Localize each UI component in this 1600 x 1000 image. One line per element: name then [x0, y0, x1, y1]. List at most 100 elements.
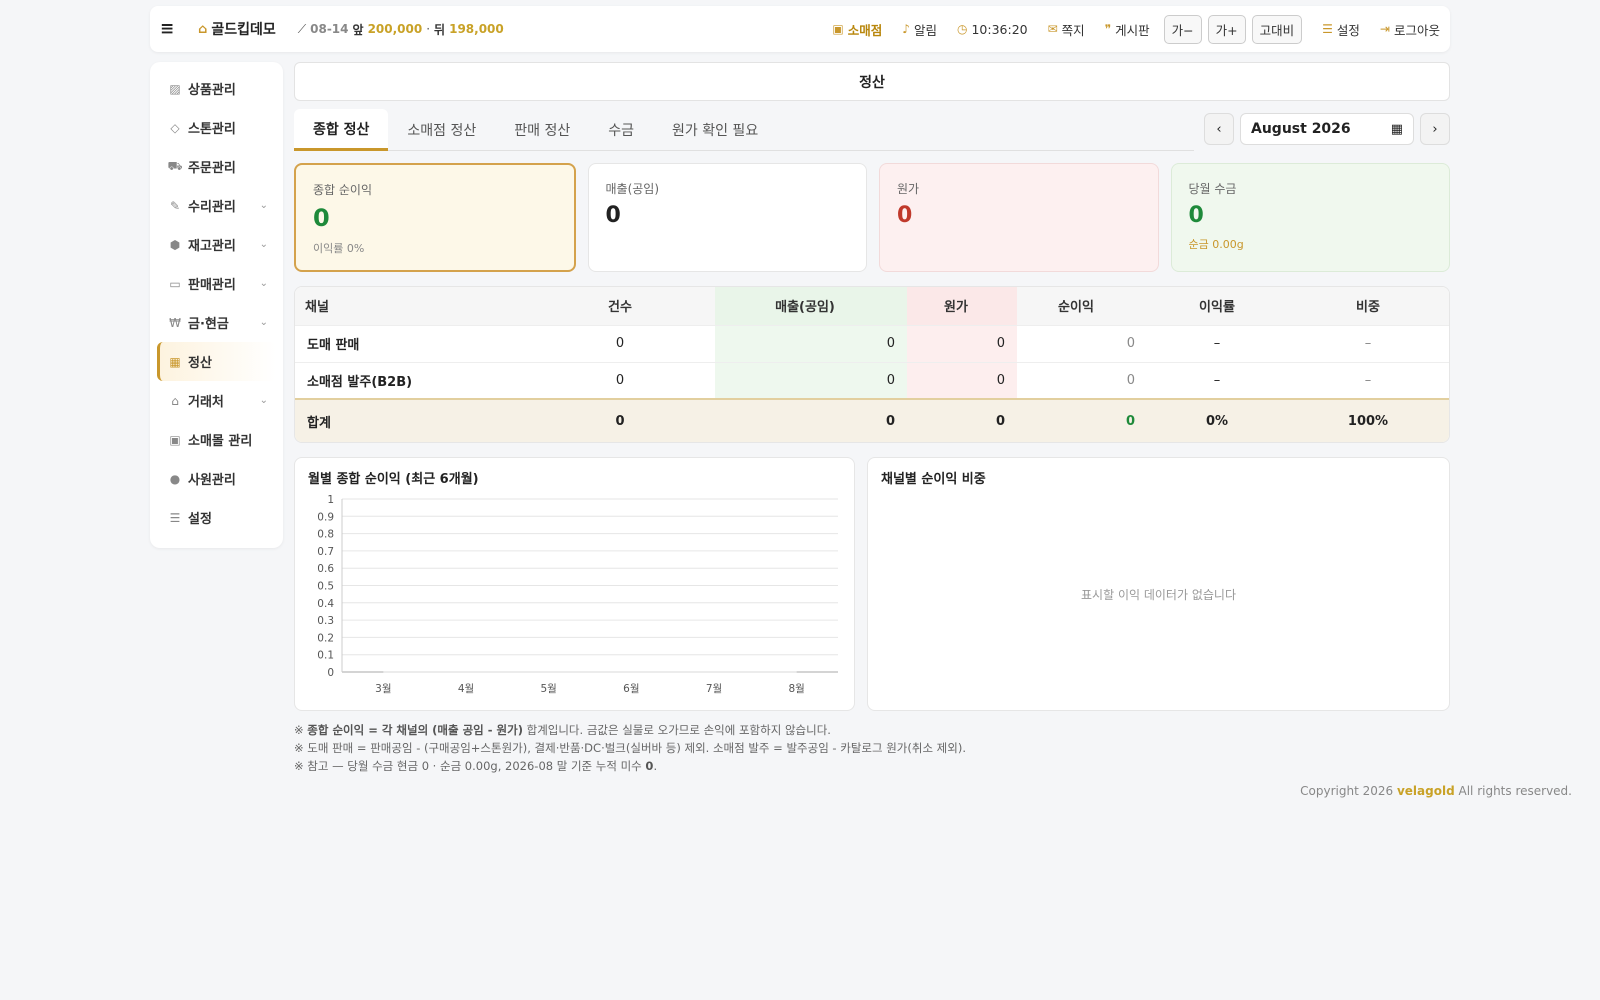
store-link[interactable]: ▣ 소매점 [832, 20, 882, 39]
brand-logo[interactable]: ⌂ 골드킵데모 [198, 19, 276, 39]
sidebar-item-8[interactable]: ⌂ 거래처 ⌄ [157, 381, 276, 420]
chevron-right-icon: › [1432, 121, 1438, 137]
table-row[interactable]: 도매 판매 0 0 0 0 – – [295, 324, 1449, 362]
sidebar-item-10[interactable]: ● 사원관리 [157, 459, 276, 498]
prev-month-button[interactable]: ‹ [1204, 113, 1234, 145]
cell-channel: 도매 판매 [295, 324, 525, 362]
chevron-left-icon: ‹ [1216, 121, 1222, 137]
collection-card[interactable]: 당월 수금 0 순금 0.00g [1170, 163, 1450, 272]
cell-rate: – [1147, 361, 1287, 399]
chevron-down-icon[interactable]: ⌄ [260, 395, 268, 406]
sidebar-item-4[interactable]: ⬢ 재고관리 ⌄ [157, 225, 276, 264]
next-month-button[interactable]: › [1420, 113, 1450, 145]
brand-name: 골드킵데모 [211, 22, 276, 38]
cell-profit: 0 [1017, 324, 1147, 362]
sliders-icon: ☰ [1322, 22, 1333, 36]
font-decrease-button[interactable]: 가− [1163, 14, 1202, 44]
sales-card[interactable]: 매출(공임) 0 [587, 163, 867, 272]
tab-0[interactable]: 종합 정산 [294, 109, 389, 151]
cell-total-cost: 0 [907, 398, 1017, 442]
chart-title: 월별 종합 순이익 (최근 6개월) [308, 472, 479, 487]
cell-total-count: 0 [525, 398, 715, 442]
sidebar-item-label: 거래처 [188, 395, 224, 410]
logout-link[interactable]: ⇥ 로그아웃 [1380, 20, 1440, 39]
boxes-icon: ⬢ [169, 237, 181, 252]
sidebar-item-6[interactable]: ₩ 금·현금 ⌄ [157, 303, 276, 342]
sidebar-item-label: 스톤관리 [188, 122, 236, 137]
cost-card[interactable]: 원가 0 [879, 163, 1159, 272]
sidebar-item-7[interactable]: ▦ 정산 [157, 342, 276, 381]
person-icon: ● [169, 471, 181, 486]
chevron-down-icon[interactable]: ⌄ [260, 200, 268, 211]
table-row[interactable]: 소매점 발주(B2B) 0 0 0 0 – – [295, 361, 1449, 399]
col-header-count[interactable]: 건수 [525, 287, 715, 325]
envelope-icon: ✉ [1047, 22, 1058, 36]
col-header-channel[interactable]: 채널 [295, 287, 525, 325]
settlement-tabs: 종합 정산 소매점 정산 판매 정산 수금 원가 확인 필요 [294, 109, 1194, 151]
net-profit-label: 종합 순이익 [313, 183, 373, 197]
high-contrast-button[interactable]: 고대비 [1251, 14, 1303, 44]
board-link[interactable]: ❞ 게시판 [1105, 20, 1150, 39]
sidebar-item-5[interactable]: ▭ 판매관리 ⌄ [157, 264, 276, 303]
cell-share: – [1287, 361, 1449, 399]
footer-prefix: Copyright 2026 [1300, 784, 1397, 798]
y-tick-label: 0.2 [317, 632, 334, 644]
calendar-icon[interactable]: ▦ [1391, 122, 1403, 137]
cell-sales: 0 [715, 361, 907, 399]
sidebar-item-label: 수리관리 [188, 200, 236, 215]
tab-1[interactable]: 소매점 정산 [388, 109, 495, 151]
summary-cards: 종합 순이익 0 이익률 0% 매출(공임) 0 원가 0 당월 수금 0 순금… [294, 163, 1450, 272]
session-timer: ◷ 10:36:20 [957, 22, 1028, 37]
footer-brand[interactable]: velagold [1397, 784, 1455, 798]
settings-link[interactable]: ☰ 설정 [1322, 20, 1360, 39]
cell-count: 0 [525, 324, 715, 362]
chevron-down-icon[interactable]: ⌄ [260, 278, 268, 289]
sidebar-item-label: 사원관리 [188, 473, 236, 488]
cell-cost: 0 [907, 361, 1017, 399]
sidebar-item-0[interactable]: ▨ 상품관리 [157, 69, 276, 108]
y-tick-label: 0.7 [317, 546, 334, 558]
col-header-cost[interactable]: 원가 [907, 287, 1017, 325]
month-input[interactable]: August 2026 ▦ [1240, 113, 1414, 145]
alerts-link[interactable]: ♪ 알림 [902, 20, 937, 39]
bell-icon: ♪ [902, 22, 910, 36]
cell-profit: 0 [1017, 361, 1147, 399]
font-increase-button[interactable]: 가+ [1207, 14, 1246, 44]
net-profit-card[interactable]: 종합 순이익 0 이익률 0% [294, 163, 576, 272]
cell-sales: 0 [715, 324, 907, 362]
sidebar-item-label: 주문관리 [188, 161, 236, 176]
home-icon: ⌂ [198, 21, 208, 37]
ticker-date: 08-14 [310, 22, 349, 36]
sidebar-item-3[interactable]: ✎ 수리관리 ⌄ [157, 186, 276, 225]
messages-link[interactable]: ✉ 쪽지 [1048, 20, 1085, 39]
x-tick-label: 5월 [540, 683, 556, 695]
footer-suffix: All rights reserved. [1454, 784, 1573, 798]
card-icon: ▭ [169, 276, 181, 291]
charts-row: 월별 종합 순이익 (최근 6개월) 0 0.1 0.2 0.3 0.4 0.5 0.6 0.… [294, 457, 1450, 711]
chevron-down-icon[interactable]: ⌄ [260, 239, 268, 250]
sidebar-item-9[interactable]: ▣ 소매몰 관리 [157, 420, 276, 459]
col-header-share[interactable]: 비중 [1287, 287, 1449, 325]
sales-value: 0 [605, 203, 621, 228]
chat-icon: ❞ [1104, 22, 1112, 36]
channel-table: 채널 건수 매출(공임) 원가 순이익 이익률 비중 도매 판매 0 0 0 0… [294, 286, 1450, 443]
tab-3[interactable]: 수금 [589, 109, 653, 151]
col-header-sales[interactable]: 매출(공임) [715, 287, 907, 325]
y-tick-label: 1 [327, 494, 334, 506]
hamburger-menu-icon[interactable]: ≡ [160, 19, 182, 39]
sidebar-item-label: 설정 [188, 512, 212, 527]
collection-label: 당월 수금 [1188, 182, 1237, 196]
image-icon: ▨ [169, 81, 181, 96]
ticker-back-value: 198,000 [449, 22, 504, 36]
sidebar-item-1[interactable]: ◇ 스톤관리 [157, 108, 276, 147]
sidebar-item-2[interactable]: ⛟ 주문관리 [157, 147, 276, 186]
sidebar-item-11[interactable]: ☰ 설정 [157, 498, 276, 537]
tab-4[interactable]: 원가 확인 필요 [653, 109, 777, 151]
sidebar-item-label: 재고관리 [188, 239, 236, 254]
tab-2[interactable]: 판매 정산 [495, 109, 589, 151]
ticker-front-label: 앞 [352, 22, 364, 37]
col-header-rate[interactable]: 이익률 [1147, 287, 1287, 325]
cell-total-profit: 0 [1017, 398, 1147, 442]
chevron-down-icon[interactable]: ⌄ [260, 317, 268, 328]
col-header-profit[interactable]: 순이익 [1017, 287, 1147, 325]
